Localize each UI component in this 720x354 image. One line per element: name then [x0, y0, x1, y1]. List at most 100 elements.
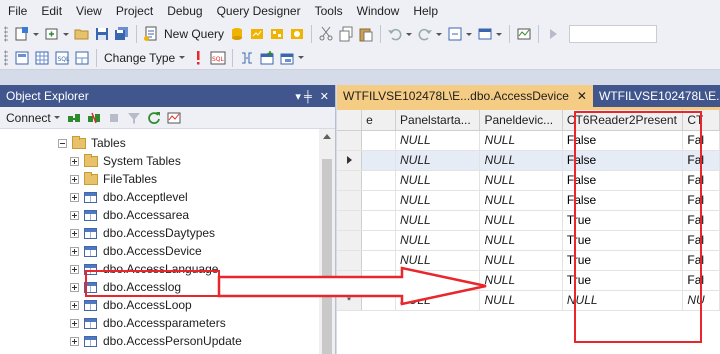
row-selector[interactable]: [337, 210, 363, 231]
grid-cell[interactable]: NULL: [395, 250, 481, 271]
tree-table-node[interactable]: dbo.Accessparameters: [70, 314, 226, 332]
tree-scrollbar[interactable]: [319, 129, 335, 354]
change-type-dropdown[interactable]: [178, 50, 185, 66]
expand-icon[interactable]: [70, 282, 79, 292]
grid-cell[interactable]: NULL: [479, 170, 563, 191]
menu-item-help[interactable]: Help: [413, 4, 438, 18]
menu-item-window[interactable]: Window: [357, 4, 400, 18]
column-header[interactable]: Paneldevic...: [479, 110, 563, 131]
group-by-icon[interactable]: [239, 50, 255, 66]
expand-icon[interactable]: [70, 192, 79, 202]
navigate-icon[interactable]: [447, 26, 463, 42]
tree-table-node[interactable]: dbo.Acceptlevel: [70, 188, 188, 206]
solution-configuration-select[interactable]: [569, 25, 658, 43]
tree-folder-node[interactable]: Tables: [58, 134, 126, 152]
toolbar-options-dropdown[interactable]: [297, 50, 304, 66]
menu-item-query-designer[interactable]: Query Designer: [217, 4, 301, 18]
collapse-icon[interactable]: [58, 138, 67, 148]
new-project-icon[interactable]: [14, 26, 30, 42]
show-results-pane-icon[interactable]: [74, 50, 90, 66]
activity-monitor-icon[interactable]: [166, 110, 182, 126]
tree-table-node[interactable]: dbo.AccessDevice: [70, 242, 202, 260]
activity-monitor-icon[interactable]: [516, 26, 532, 42]
cut-icon[interactable]: [318, 26, 334, 42]
connect-dropdown[interactable]: [54, 110, 61, 126]
refresh-icon[interactable]: [146, 110, 162, 126]
grid-cell[interactable]: [361, 210, 397, 231]
row-selector[interactable]: [337, 150, 363, 171]
grid-cell[interactable]: NULL: [395, 130, 481, 151]
start-icon[interactable]: [545, 26, 561, 42]
undo-dropdown[interactable]: [405, 26, 412, 42]
tree-folder-node[interactable]: FileTables: [70, 170, 157, 188]
window-icon[interactable]: [477, 26, 493, 42]
grid-cell[interactable]: [361, 290, 397, 311]
toolbar-grip[interactable]: [4, 26, 8, 42]
paste-icon[interactable]: [358, 26, 374, 42]
column-header[interactable]: Panelstarta...: [395, 110, 481, 131]
menu-item-tools[interactable]: Tools: [315, 4, 343, 18]
grid-cell[interactable]: NULL: [395, 230, 481, 251]
connect-object-explorer-icon[interactable]: [66, 110, 82, 126]
grid-cell[interactable]: [361, 270, 397, 291]
close-tab-icon[interactable]: ✕: [577, 89, 587, 103]
menu-item-edit[interactable]: Edit: [41, 4, 62, 18]
add-derived-table-icon[interactable]: [279, 50, 295, 66]
redo-icon[interactable]: [417, 26, 433, 42]
grid-cell[interactable]: NULL: [395, 170, 481, 191]
grid-cell[interactable]: [361, 250, 397, 271]
expand-icon[interactable]: [70, 264, 79, 274]
grid-cell[interactable]: NULL: [479, 150, 563, 171]
grid-cell[interactable]: NULL: [395, 210, 481, 231]
new-query-icon[interactable]: [143, 26, 159, 42]
tab-accessdevice[interactable]: WTFILVSE102478L\E...dbo.AccessDevice ✕: [337, 85, 593, 107]
tree-table-node[interactable]: dbo.AccessDaytypes: [70, 224, 215, 242]
window-dropdown[interactable]: [495, 26, 502, 42]
change-type-button[interactable]: Change Type: [104, 51, 175, 65]
analysis-query-icon[interactable]: [249, 26, 265, 42]
tree-table-node[interactable]: dbo.Accessarea: [70, 206, 189, 224]
grid-cell[interactable]: NULL: [395, 270, 481, 291]
grid-corner-header[interactable]: [337, 110, 363, 131]
expand-icon[interactable]: [70, 228, 79, 238]
grid-cell[interactable]: NULL: [479, 250, 563, 271]
grid-cell[interactable]: [361, 150, 397, 171]
expand-icon[interactable]: [70, 318, 79, 328]
connect-button[interactable]: Connect: [6, 111, 51, 125]
execute-sql-icon[interactable]: [190, 50, 206, 66]
close-panel-icon[interactable]: ✕: [320, 90, 329, 103]
row-selector[interactable]: *: [337, 290, 363, 311]
save-icon[interactable]: [94, 26, 110, 42]
copy-icon[interactable]: [338, 26, 354, 42]
scroll-up-arrow-icon[interactable]: [323, 134, 331, 139]
database-engine-query-icon[interactable]: [229, 26, 245, 42]
grid-cell[interactable]: [361, 190, 397, 211]
grid-cell[interactable]: NULL: [395, 190, 481, 211]
stop-icon[interactable]: [106, 110, 122, 126]
new-project-dropdown[interactable]: [32, 26, 39, 42]
tree-table-node[interactable]: dbo.AccessPersonUpdate: [70, 332, 242, 350]
disconnect-icon[interactable]: [86, 110, 102, 126]
add-item-icon[interactable]: [44, 26, 60, 42]
row-selector[interactable]: [337, 250, 363, 271]
tab-other-document[interactable]: WTFILVSE102478L\E...: [593, 85, 720, 107]
grid-cell[interactable]: [361, 170, 397, 191]
grid-cell[interactable]: NULL: [479, 210, 563, 231]
grid-cell[interactable]: [361, 130, 397, 151]
scrollbar-thumb[interactable]: [322, 159, 332, 354]
menu-item-view[interactable]: View: [76, 4, 102, 18]
undo-icon[interactable]: [387, 26, 403, 42]
grid-cell[interactable]: NULL: [479, 130, 563, 151]
column-header[interactable]: e: [361, 110, 397, 131]
dmx-query-icon[interactable]: [289, 26, 305, 42]
show-sql-pane-icon[interactable]: SQL: [54, 50, 70, 66]
filter-icon[interactable]: [126, 110, 142, 126]
expand-icon[interactable]: [70, 300, 79, 310]
grid-cell[interactable]: NULL: [395, 290, 481, 311]
grid-cell[interactable]: NULL: [479, 190, 563, 211]
redo-dropdown[interactable]: [435, 26, 442, 42]
row-selector[interactable]: [337, 230, 363, 251]
navigate-dropdown[interactable]: [465, 26, 472, 42]
save-all-icon[interactable]: [114, 26, 130, 42]
add-item-dropdown[interactable]: [62, 26, 69, 42]
